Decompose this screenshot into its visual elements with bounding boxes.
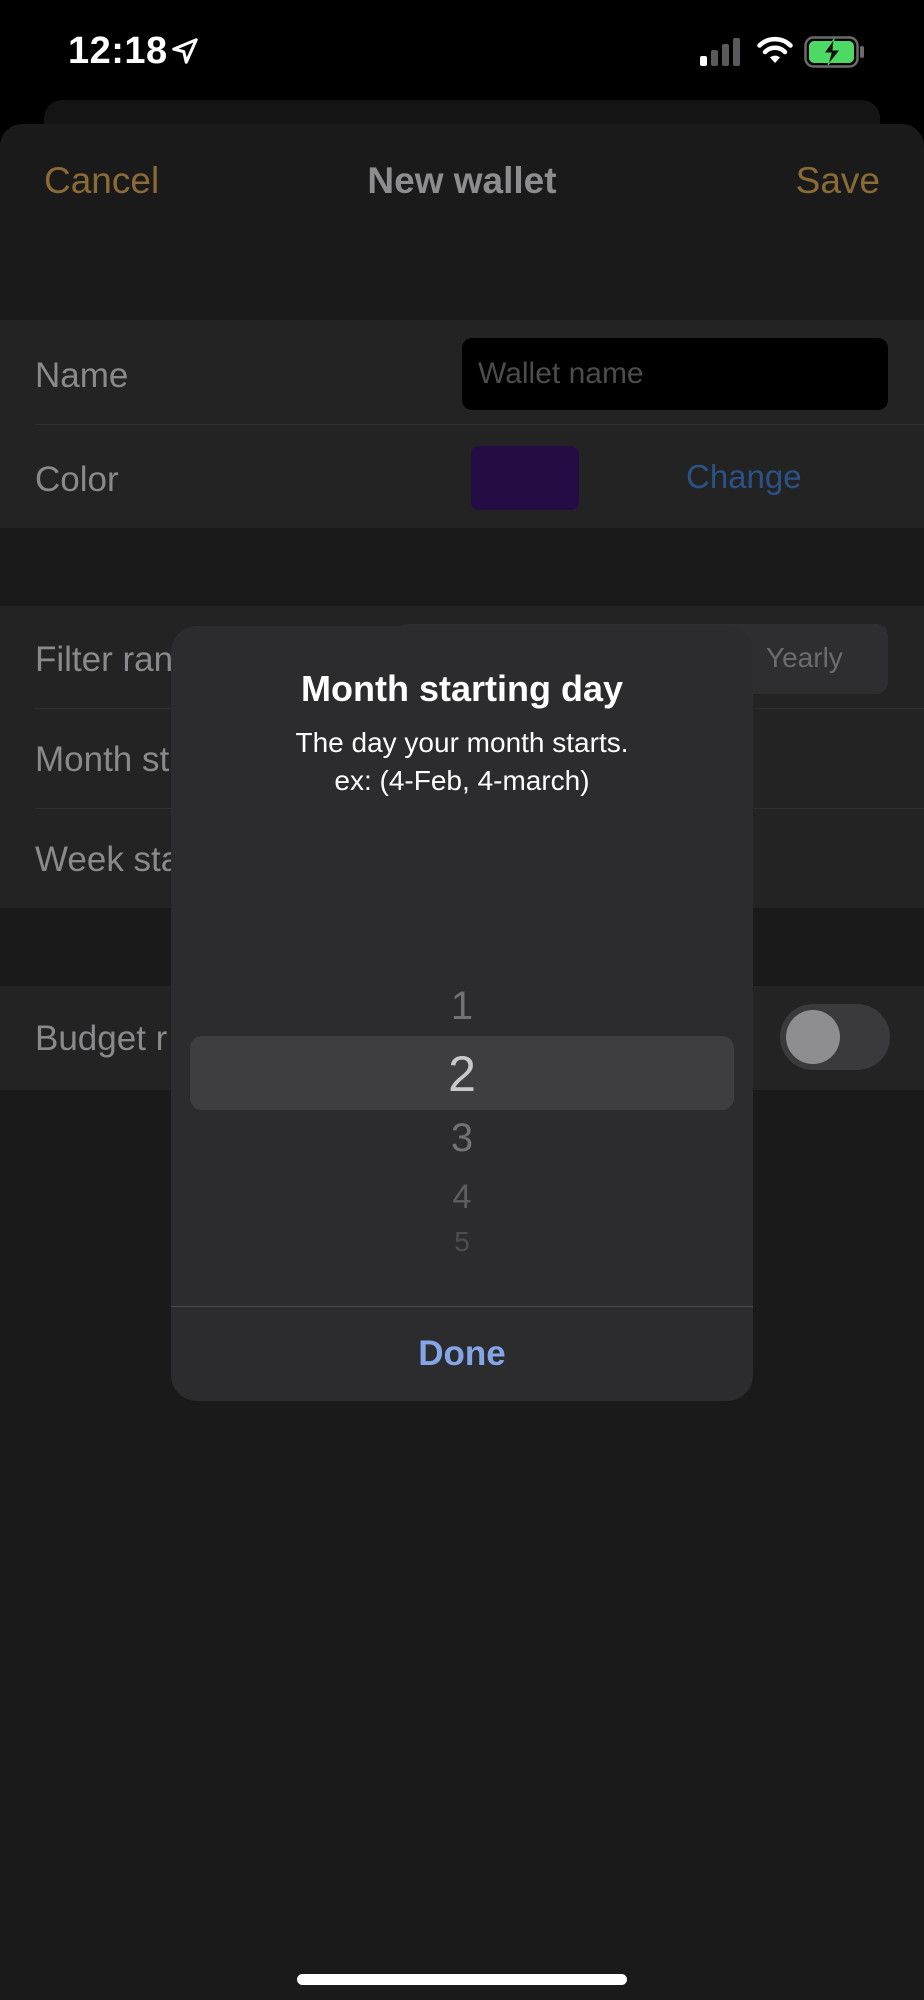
home-indicator xyxy=(297,1974,627,1985)
toggle-knob xyxy=(786,1010,840,1064)
save-button[interactable]: Save xyxy=(796,160,880,202)
dialog-message-line-2: ex: (4-Feb, 4-march) xyxy=(334,765,590,796)
segment-yearly[interactable]: Yearly xyxy=(766,642,843,674)
cellular-signal-icon xyxy=(700,38,740,66)
month-start-label[interactable]: Month st xyxy=(35,740,169,780)
page-title: New wallet xyxy=(367,160,557,201)
dialog-title: Month starting day xyxy=(301,668,623,709)
color-label: Color xyxy=(35,460,119,499)
budget-toggle[interactable] xyxy=(780,1004,890,1070)
dialog-message: The day your month starts. ex: (4-Feb, 4… xyxy=(171,724,753,800)
row-divider xyxy=(35,424,924,425)
color-swatch xyxy=(471,446,579,510)
wifi-icon xyxy=(757,36,793,63)
wallet-name-input[interactable]: Wallet name xyxy=(462,338,888,410)
month-start-dialog: Month starting day The day your month st… xyxy=(171,626,753,1401)
status-time: 12:18 xyxy=(68,30,168,72)
picker-item-selected[interactable]: 2 xyxy=(171,1044,753,1104)
battery-charging-icon xyxy=(804,36,864,68)
change-color-button[interactable]: Change xyxy=(686,458,802,496)
filter-range-label: Filter ran xyxy=(35,640,174,679)
dialog-message-line-1: The day your month starts. xyxy=(295,727,629,758)
week-start-label[interactable]: Week sta xyxy=(35,840,180,880)
picker-item[interactable]: 1 xyxy=(171,982,753,1030)
picker-item[interactable]: 3 xyxy=(171,1114,753,1162)
budget-label: Budget r xyxy=(35,1019,168,1058)
status-bar: 12:18 xyxy=(0,0,924,100)
name-label: Name xyxy=(35,356,129,395)
picker-item[interactable]: 5 xyxy=(171,1225,753,1253)
done-button[interactable]: Done xyxy=(171,1307,753,1401)
location-arrow-icon xyxy=(172,38,198,64)
picker-item[interactable]: 4 xyxy=(171,1177,753,1217)
